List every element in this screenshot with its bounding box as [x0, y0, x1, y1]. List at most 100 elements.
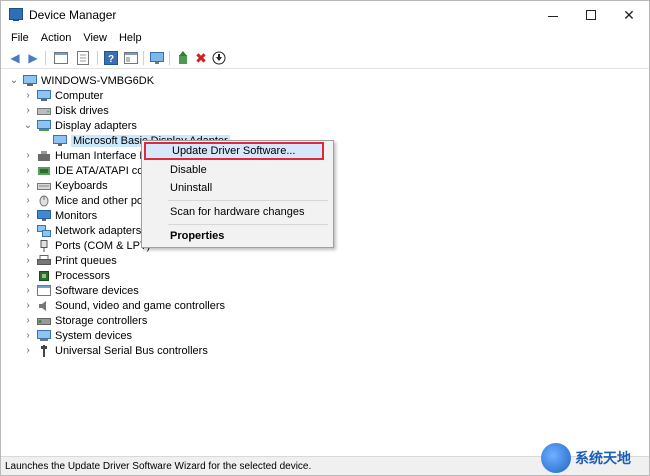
chevron-right-icon[interactable]: › [23, 180, 33, 191]
ide-icon [37, 165, 51, 177]
menu-view[interactable]: View [77, 29, 113, 47]
update-driver-icon[interactable] [175, 50, 191, 66]
chevron-right-icon[interactable]: › [23, 255, 33, 266]
tree-item-storage[interactable]: › Storage controllers [23, 313, 147, 328]
tree-item-keyboards[interactable]: › Keyboards [23, 178, 108, 193]
title-bar: Device Manager ✕ [1, 1, 649, 29]
chevron-right-icon[interactable]: › [23, 150, 33, 161]
update-driver-menu-item[interactable]: Update Driver Software... [144, 142, 324, 160]
chevron-right-icon[interactable]: › [23, 165, 33, 176]
help-icon[interactable]: ? [103, 50, 119, 66]
chevron-right-icon[interactable]: › [23, 315, 33, 326]
chevron-right-icon[interactable]: › [23, 90, 33, 101]
download-icon[interactable] [211, 50, 227, 66]
tree-item-label: Mice and other poi [55, 194, 146, 207]
tree-item-label: Ports (COM & LPT) [55, 239, 151, 252]
tree-item-network[interactable]: › Network adapters [23, 223, 141, 238]
tree-item-display-adapters[interactable]: ⌄ Display adapters [23, 118, 137, 133]
tree-item-computer[interactable]: › Computer [23, 88, 103, 103]
chevron-right-icon[interactable]: › [23, 285, 33, 296]
menu-action[interactable]: Action [35, 29, 78, 47]
toolbar-separator [45, 51, 46, 65]
device-manager-window: Device Manager ✕ File Action View Help ◀… [0, 0, 650, 476]
tree-item-disk-drives[interactable]: › Disk drives [23, 103, 109, 118]
tree-item-sound[interactable]: › Sound, video and game controllers [23, 298, 225, 313]
uninstall-icon[interactable]: ✖ [193, 50, 209, 66]
tree-item-ide[interactable]: › IDE ATA/ATAPI con [23, 163, 150, 178]
chevron-right-icon[interactable]: › [23, 195, 33, 206]
usb-icon [37, 344, 51, 357]
show-hide-console-tree-icon[interactable] [53, 50, 69, 66]
printer-icon [37, 254, 51, 267]
tree-item-label: Print queues [55, 254, 117, 267]
chevron-right-icon[interactable]: › [23, 345, 33, 356]
chevron-right-icon[interactable]: › [23, 300, 33, 311]
system-icon [37, 329, 51, 342]
minimize-button[interactable] [533, 1, 573, 29]
menu-file[interactable]: File [5, 29, 35, 47]
tree-item-label: Computer [55, 89, 104, 102]
properties-icon[interactable] [75, 50, 91, 66]
toolbar: ◀ ▶ ? ✖ [1, 47, 649, 69]
forward-arrow-icon[interactable]: ▶ [25, 50, 41, 66]
tree-root[interactable]: ⌄ WINDOWS-VMBG6DK [9, 73, 154, 88]
speaker-icon [37, 300, 51, 312]
menu-separator [168, 200, 328, 201]
close-button[interactable]: ✕ [609, 1, 649, 29]
network-icon [37, 224, 51, 237]
chevron-down-icon[interactable]: ⌄ [9, 75, 19, 86]
chevron-right-icon[interactable]: › [23, 270, 33, 281]
menu-help[interactable]: Help [113, 29, 148, 47]
tree-item-system-devices[interactable]: › System devices [23, 328, 132, 343]
tree-item-label: System devices [55, 329, 133, 342]
menu-separator [168, 224, 328, 225]
tree-root-label: WINDOWS-VMBG6DK [41, 74, 155, 87]
tree-item-hid[interactable]: › Human Interface De [23, 148, 153, 163]
chevron-down-icon[interactable]: ⌄ [23, 120, 33, 131]
tree-item-software-devices[interactable]: › Software devices [23, 283, 139, 298]
properties-menu-item[interactable]: Properties [144, 227, 331, 245]
close-icon: ✕ [623, 6, 635, 23]
maximize-button[interactable] [571, 1, 611, 29]
chevron-right-icon[interactable]: › [23, 240, 33, 251]
watermark-logo [541, 443, 571, 473]
tree-item-label: Disk drives [55, 104, 109, 117]
chevron-right-icon[interactable]: › [23, 210, 33, 221]
tree-item-ports[interactable]: › Ports (COM & LPT) [23, 238, 150, 253]
tree-item-label: IDE ATA/ATAPI con [55, 164, 150, 177]
tree-item-processors[interactable]: › Processors [23, 268, 110, 283]
disk-drive-icon [37, 105, 51, 117]
watermark-text: 系统天地 [575, 450, 631, 466]
tree-item-usb[interactable]: › Universal Serial Bus controllers [23, 343, 208, 358]
tree-item-label: Sound, video and game controllers [55, 299, 225, 312]
tree-item-label: Keyboards [55, 179, 108, 192]
window-icon[interactable] [123, 50, 139, 66]
hid-icon [37, 150, 51, 162]
uninstall-menu-item[interactable]: Uninstall [144, 179, 331, 197]
watermark: 系统天地 [541, 441, 649, 475]
disable-menu-item[interactable]: Disable [144, 161, 331, 179]
chevron-right-icon[interactable]: › [23, 105, 33, 116]
context-menu: Update Driver Software... Disable Uninst… [141, 140, 334, 248]
menu-bar: File Action View Help [1, 29, 649, 47]
processor-icon [37, 270, 51, 282]
tree-item-monitors[interactable]: › Monitors [23, 208, 97, 223]
tree-item-label: Software devices [55, 284, 139, 297]
port-icon [37, 239, 51, 252]
tree-item-mice[interactable]: › Mice and other poi [23, 193, 146, 208]
mouse-icon [37, 195, 51, 207]
tree-item-print-queues[interactable]: › Print queues [23, 253, 117, 268]
chevron-right-icon[interactable]: › [23, 330, 33, 341]
computer-icon [37, 89, 51, 102]
minimize-icon [548, 15, 558, 17]
chevron-right-icon[interactable]: › [23, 225, 33, 236]
toolbar-separator [169, 51, 170, 65]
tree-item-label: Display adapters [55, 119, 137, 132]
back-arrow-icon[interactable]: ◀ [7, 50, 23, 66]
scan-hardware-menu-item[interactable]: Scan for hardware changes [144, 203, 331, 221]
software-device-icon [37, 284, 51, 297]
tree-item-label: Storage controllers [55, 314, 148, 327]
monitor-icon[interactable] [149, 50, 165, 66]
window-title: Device Manager [29, 8, 117, 22]
